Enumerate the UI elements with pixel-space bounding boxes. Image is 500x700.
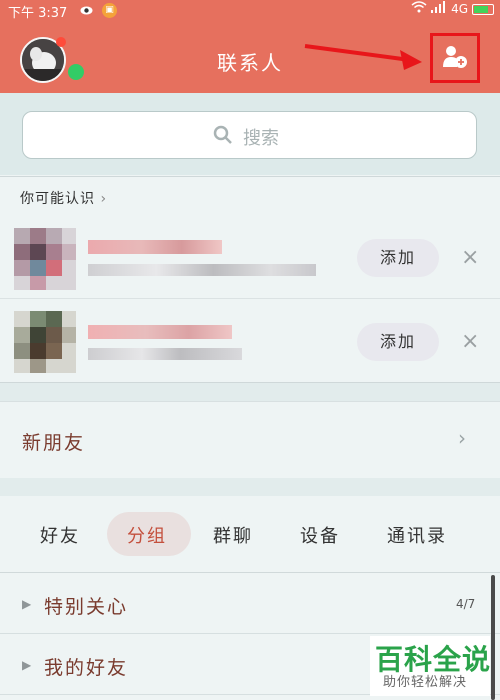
tab-address-book[interactable]: 通讯录 (387, 522, 447, 548)
scrollbar[interactable] (491, 575, 495, 700)
eye-icon (80, 4, 93, 17)
add-contact-icon (443, 46, 467, 68)
avatar-notification-dot (56, 37, 66, 47)
chevron-right-icon: › (458, 426, 466, 450)
divider (0, 298, 500, 299)
status-right-cluster: 4G (411, 1, 494, 17)
close-icon[interactable]: × (461, 329, 479, 354)
group-count: 4/7 (456, 597, 476, 611)
search-placeholder-text: 搜索 (243, 128, 279, 149)
battery-level-fill (474, 5, 488, 13)
tab-group-chats[interactable]: 群聊 (213, 522, 253, 548)
section-gap (0, 383, 500, 401)
status-bar: 下午 3:37 ▣ 4G (0, 0, 500, 22)
signal-icon (431, 1, 447, 17)
close-icon[interactable]: × (461, 245, 479, 270)
add-suggestion-button[interactable]: 添加 (357, 239, 439, 277)
suggestions-title: 你可能认识 (20, 191, 95, 207)
tab-devices[interactable]: 设备 (300, 522, 340, 548)
suggestion-info-blurred (88, 348, 242, 360)
add-suggestion-button[interactable]: 添加 (357, 323, 439, 361)
suggestion-avatar-blurred[interactable] (14, 228, 76, 290)
battery-icon (472, 3, 494, 15)
section-gap (0, 478, 500, 496)
watermark-subtitle: 助你轻松解决 (383, 675, 468, 690)
tab-groups[interactable]: 分组 (127, 522, 167, 548)
suggestions-header[interactable]: 你可能认识 › (20, 188, 107, 208)
add-contact-button[interactable] (430, 33, 480, 83)
notification-app-icon: ▣ (102, 3, 117, 18)
new-friends-label: 新朋友 (22, 432, 86, 454)
suggestion-name-blurred (88, 325, 232, 339)
network-type: 4G (451, 2, 468, 16)
group-label: 特别关心 (44, 596, 129, 618)
suggestion-avatar-blurred[interactable] (14, 311, 76, 373)
suggestion-info-blurred (88, 264, 316, 276)
expand-triangle-icon: ▶ (22, 597, 32, 611)
chevron-right-icon: › (100, 191, 108, 207)
group-label: 我的好友 (44, 657, 129, 679)
red-arrow-annotation (304, 44, 422, 70)
wifi-icon (411, 1, 427, 17)
page-title: 联系人 (217, 51, 283, 75)
search-placeholder: 搜索 (0, 124, 500, 150)
expand-triangle-icon: ▶ (22, 658, 32, 672)
suggestion-name-blurred (88, 240, 222, 254)
status-time: 下午 3:37 (8, 6, 68, 21)
tab-friends[interactable]: 好友 (40, 522, 80, 548)
